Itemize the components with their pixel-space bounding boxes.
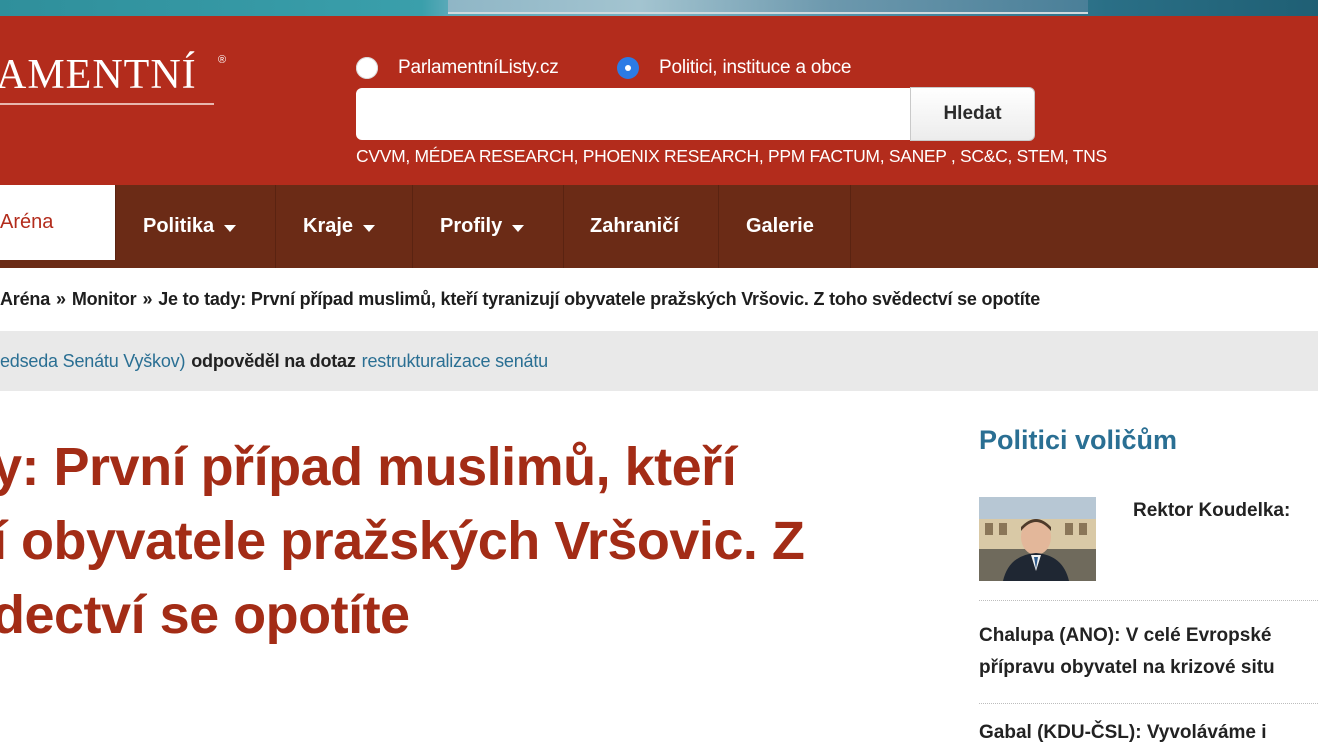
logo-underline (0, 103, 214, 105)
nav-item-profily[interactable]: Profily (413, 185, 564, 268)
caret-down-icon (512, 224, 525, 232)
caret-down-icon (224, 224, 237, 232)
radio-label[interactable]: Politici, instituce a obce (659, 57, 851, 79)
site-logo[interactable]: AMENTNÍ (0, 54, 197, 96)
radio-parlamentnilisty[interactable]: ParlamentníListy.cz (356, 54, 559, 82)
radio-politici-instituce[interactable]: Politici, instituce a obce (617, 54, 851, 82)
breadcrumb-item-monitor[interactable]: Monitor (72, 289, 137, 310)
polling-agencies-text: CVVM, MÉDEA RESEARCH, PHOENIX RESEARCH, … (356, 146, 1107, 166)
breadcrumb-item-arena[interactable]: Aréna (0, 289, 50, 310)
nav-label: Politika (143, 215, 215, 237)
headline-line: dectví se opotíte (0, 585, 410, 645)
portrait-thumbnail (979, 497, 1096, 581)
sidebar-item-line: Chalupa (ANO): V celé Evropské (979, 625, 1272, 646)
nav-label: Aréna (0, 211, 54, 233)
sidebar-item-title[interactable]: Gabal (KDU-ČSL): Vyvoláváme i (979, 722, 1267, 744)
info-verb: odpověděl na dotaz (191, 350, 356, 371)
nav-label: Kraje (303, 215, 354, 237)
site-header: AMENTNÍ ® ParlamentníListy.cz Politici, … (0, 16, 1318, 185)
nav-label: Profily (440, 215, 503, 237)
sidebar-item-line: přípravu obyvatel na krizové situ (979, 657, 1275, 678)
main-nav: Aréna Politika Kraje Profily Zahraničí G… (0, 185, 1318, 268)
top-banner-strip (0, 0, 1318, 16)
breadcrumb: Aréna » Monitor » Je to tady: První příp… (0, 268, 1318, 331)
nav-label: Galerie (746, 215, 814, 237)
sidebar-item-title[interactable]: Rektor Koudelka: (1133, 500, 1290, 522)
sidebar-item[interactable]: Chalupa (ANO): V celé Evropské přípravu … (979, 620, 1318, 684)
nav-item-politika[interactable]: Politika (116, 185, 276, 268)
breadcrumb-item-current: Je to tady: První případ muslimů, kteří … (158, 289, 1041, 309)
caret-down-icon (363, 224, 376, 232)
sidebar-title[interactable]: Politici voličům (979, 425, 1177, 456)
radio-button-selected[interactable] (617, 57, 639, 79)
politician-photo[interactable] (979, 497, 1096, 581)
sidebar-divider (979, 600, 1318, 601)
search-button[interactable]: Hledat (910, 87, 1035, 141)
nav-label: Zahraničí (590, 215, 679, 237)
headline-line: í obyvatele pražských Vršovic. Z (0, 511, 805, 571)
radio-label[interactable]: ParlamentníListy.cz (398, 57, 559, 79)
sidebar-divider (979, 703, 1318, 704)
politician-link[interactable]: edseda Senátu Vyškov) (0, 351, 185, 372)
nav-item-zahranici[interactable]: Zahraničí (564, 185, 719, 268)
nav-item-galerie[interactable]: Galerie (719, 185, 851, 268)
logo-registered-mark: ® (218, 54, 227, 66)
question-topic-link[interactable]: restrukturalizace senátu (362, 351, 548, 372)
breadcrumb-separator: » (56, 289, 66, 309)
nav-item-arena[interactable]: Aréna (0, 185, 116, 260)
nav-item-kraje[interactable]: Kraje (276, 185, 413, 268)
banner-image-fragment (448, 0, 1088, 14)
breadcrumb-separator: » (142, 289, 153, 309)
headline-line: y: První případ muslimů, kteří (0, 437, 737, 497)
article-headline: y: První případ muslimů, kteří í obyvate… (0, 430, 922, 652)
search-input[interactable] (356, 88, 910, 140)
radio-button[interactable] (356, 57, 378, 79)
info-bar: edseda Senátu Vyškov) odpověděl na dotaz… (0, 331, 1318, 391)
